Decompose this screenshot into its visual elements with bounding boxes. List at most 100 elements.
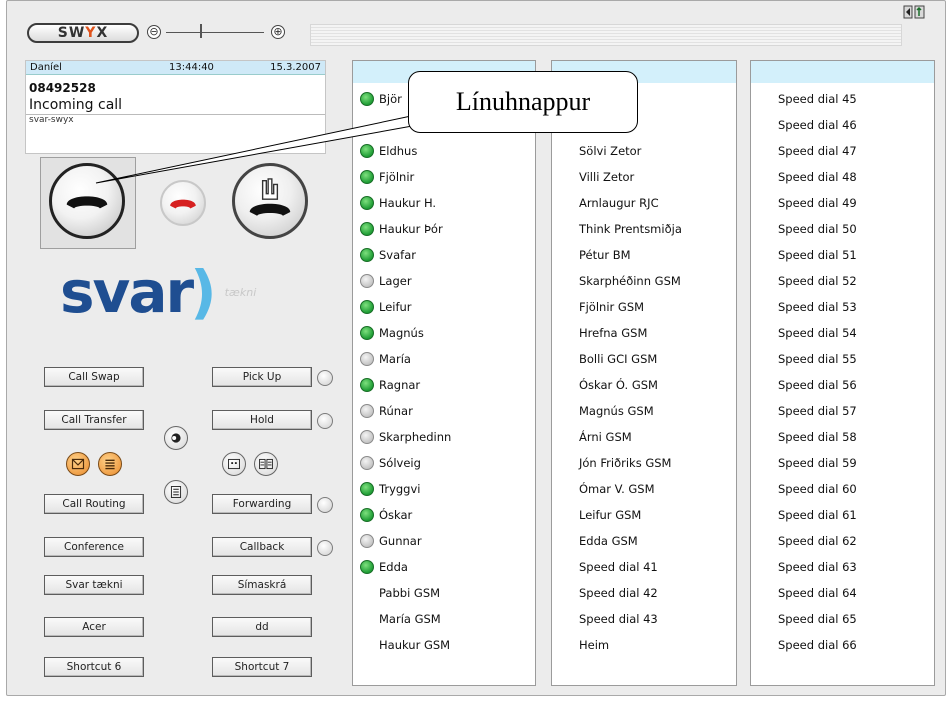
list-item[interactable]: Sölvi Zetor [552,138,736,164]
list-item[interactable]: Heim [552,632,736,658]
conference-button[interactable]: Conference [44,537,144,557]
list-item[interactable]: Jón Friðriks GSM [552,450,736,476]
zoom-in-button[interactable]: ⊕ [271,25,285,39]
list-item[interactable]: Tryggvi [353,476,535,502]
list-item[interactable]: Fjölnir [353,164,535,190]
list-item[interactable]: Think Prentsmiðja [552,216,736,242]
acer-button[interactable]: Acer [44,617,144,637]
list-item[interactable]: Speed dial 66 [751,632,934,658]
callback-button[interactable]: Callback [212,537,312,557]
lines-button[interactable] [254,452,278,476]
list-item[interactable]: Speed dial 52 [751,268,934,294]
call-transfer-button[interactable]: Call Transfer [44,410,144,430]
list-item[interactable]: Óskar [353,502,535,528]
call-info-panel: Daníel 13:44:40 15.3.2007 08492528 Incom… [25,60,326,154]
presence-lamp-icon [360,482,374,496]
list-item[interactable]: Árni GSM [552,424,736,450]
list-item[interactable]: Pabbi GSM [353,580,535,606]
list-item[interactable]: Speed dial 46 [751,112,934,138]
list-item[interactable]: Speed dial 65 [751,606,934,632]
list-item[interactable]: Speed dial 48 [751,164,934,190]
pick-up-button[interactable]: Pick Up [212,367,312,387]
list-item[interactable]: Speed dial 63 [751,554,934,580]
list-item-label: Ómar V. GSM [579,482,655,496]
dd-button[interactable]: dd [212,617,312,637]
list-item[interactable]: Haukur GSM [353,632,535,658]
voicemail-button[interactable] [66,452,90,476]
list-item-label: Sólveig [379,456,421,470]
zoom-slider-thumb[interactable] [200,24,202,38]
forwarding-button[interactable]: Forwarding [212,494,312,514]
list-item[interactable]: Magnús GSM [552,398,736,424]
list-item[interactable]: Skarphedinn [353,424,535,450]
call-status: Incoming call [29,97,123,113]
zoom-out-button[interactable]: ⊖ [147,25,161,39]
hold-function-button[interactable]: Hold [212,410,312,430]
list-item[interactable]: Pétur BM [552,242,736,268]
list-item[interactable]: Sólveig [353,450,535,476]
call-journal-button[interactable] [98,452,122,476]
list-item[interactable]: Villi Zetor [552,164,736,190]
list-item[interactable]: Leifur GSM [552,502,736,528]
list-item[interactable]: Ómar V. GSM [552,476,736,502]
record-button[interactable] [164,426,188,450]
list-item[interactable]: Edda [353,554,535,580]
list-item[interactable]: Speed dial 45 [751,86,934,112]
hold-button[interactable] [232,163,308,239]
keypad-button[interactable] [222,452,246,476]
list-item-label: Lager [379,274,412,288]
line-button[interactable] [49,163,125,239]
list-item[interactable]: Gunnar [353,528,535,554]
list-item[interactable]: Ragnar [353,372,535,398]
list-item-label: Speed dial 42 [579,586,658,600]
list-item[interactable]: Skarphéðinn GSM [552,268,736,294]
notes-button[interactable] [164,480,188,504]
list-item[interactable]: Haukur Þór [353,216,535,242]
list-item[interactable]: Hrefna GSM [552,320,736,346]
list-item[interactable]: Speed dial 51 [751,242,934,268]
speed-dial-list-1: Björ Eldhus Fjölnir Haukur H. Haukur Þór Svaf… [352,60,536,686]
list-item[interactable]: Fjölnir GSM [552,294,736,320]
call-swap-button[interactable]: Call Swap [44,367,144,387]
zoom-slider[interactable] [166,32,264,33]
list-item[interactable]: Speed dial 61 [751,502,934,528]
list-item[interactable]: Speed dial 62 [751,528,934,554]
shortcut-7-button[interactable]: Shortcut 7 [212,657,312,677]
list-item[interactable]: Speed dial 60 [751,476,934,502]
list-item[interactable]: Magnús [353,320,535,346]
list-item[interactable]: Speed dial 57 [751,398,934,424]
list-item[interactable]: Speed dial 50 [751,216,934,242]
presence-lamp-icon [360,534,374,548]
list-item[interactable]: María [353,346,535,372]
svar-taekni-button[interactable]: Svar tækni [44,575,144,595]
list-item[interactable]: Speed dial 43 [552,606,736,632]
list-item[interactable]: Lager [353,268,535,294]
list-item[interactable]: Speed dial 58 [751,424,934,450]
list-item[interactable]: Speed dial 41 [552,554,736,580]
list-item[interactable]: Svafar [353,242,535,268]
list-item[interactable]: Leifur [353,294,535,320]
list-item[interactable]: Speed dial 59 [751,450,934,476]
list-item[interactable]: Speed dial 47 [751,138,934,164]
list-item[interactable]: Arnlaugur RJC [552,190,736,216]
list-item[interactable]: Speed dial 53 [751,294,934,320]
list-item[interactable]: Haukur H. [353,190,535,216]
list-item[interactable]: Bolli GCI GSM [552,346,736,372]
list-item[interactable]: Edda GSM [552,528,736,554]
list-item[interactable]: Speed dial 64 [751,580,934,606]
shortcut-6-button[interactable]: Shortcut 6 [44,657,144,677]
list-item[interactable]: Óskar Ó. GSM [552,372,736,398]
call-routing-button[interactable]: Call Routing [44,494,144,514]
list-item[interactable]: Speed dial 42 [552,580,736,606]
simaskra-button[interactable]: Símaskrá [212,575,312,595]
list-item[interactable]: Speed dial 54 [751,320,934,346]
list-item[interactable]: Speed dial 55 [751,346,934,372]
list-item[interactable]: Rúnar [353,398,535,424]
list-item[interactable]: Speed dial 49 [751,190,934,216]
swyx-logo-button[interactable]: SWYX [27,23,139,43]
hangup-button[interactable] [160,180,206,226]
list-item[interactable]: María GSM [353,606,535,632]
list-item[interactable]: Eldhus [353,138,535,164]
window-mode-icon[interactable] [903,5,925,19]
list-item[interactable]: Speed dial 56 [751,372,934,398]
